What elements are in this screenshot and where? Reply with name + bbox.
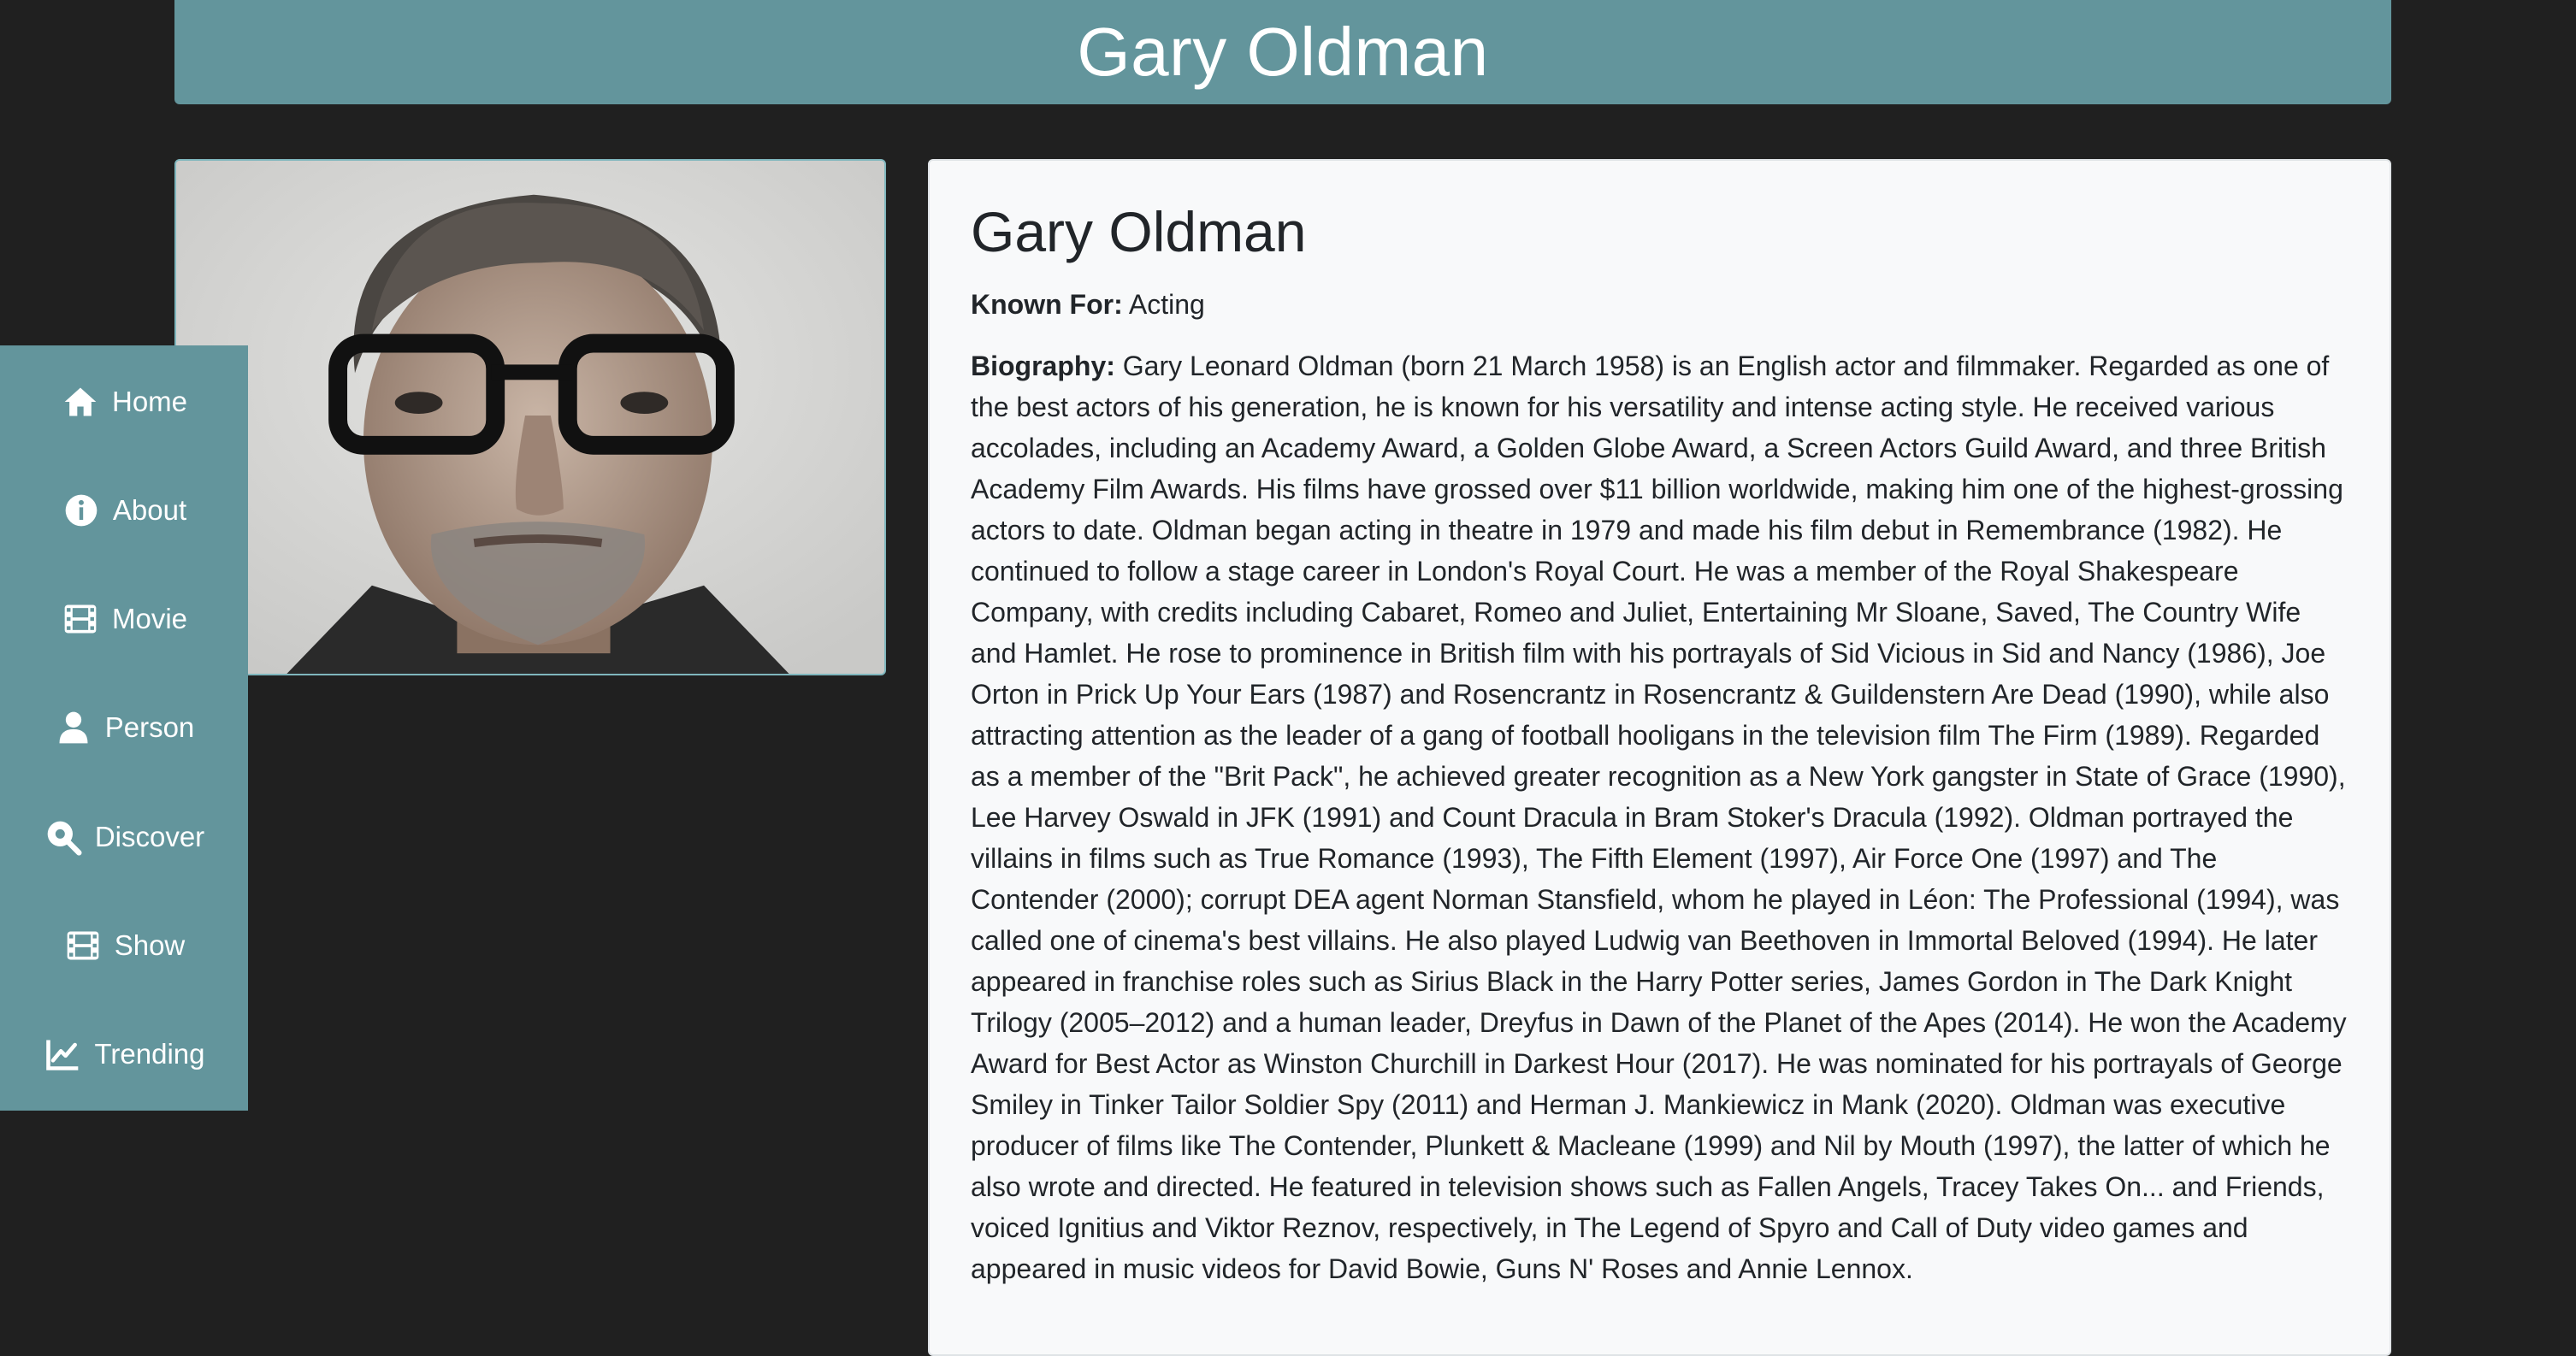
home-icon [61, 382, 100, 422]
known-for-value: Acting [1128, 288, 1205, 320]
sidebar-item-home[interactable]: Home [0, 347, 248, 456]
sidebar-nav: Home About Movie Person Discover Show Tr… [0, 345, 248, 1111]
profile-photo [174, 159, 886, 675]
person-details-card: Gary Oldman Known For: Acting Biography:… [928, 159, 2391, 1356]
biography: Biography: Gary Leonard Oldman (born 21 … [971, 345, 2349, 1289]
sidebar-item-label: Discover [94, 820, 205, 852]
biography-text: Gary Leonard Oldman (born 21 March 1958)… [971, 350, 2347, 1284]
search-icon [44, 817, 83, 857]
sidebar-item-show[interactable]: Show [0, 891, 248, 999]
profile-photo-image [176, 161, 884, 674]
sidebar-item-discover[interactable]: Discover [0, 782, 248, 891]
sidebar-item-movie[interactable]: Movie [0, 565, 248, 674]
sidebar-item-label: Movie [111, 603, 188, 635]
film-icon [61, 599, 100, 639]
page-title: Gary Oldman [1077, 14, 1489, 90]
sidebar-item-about[interactable]: About [0, 456, 248, 564]
known-for: Known For: Acting [971, 284, 2349, 325]
known-for-label: Known For: [971, 288, 1123, 320]
film-icon [63, 926, 103, 965]
person-icon [54, 708, 93, 747]
person-name: Gary Oldman [971, 200, 1307, 263]
biography-label: Biography: [971, 350, 1115, 381]
sidebar-item-label: Person [104, 711, 195, 744]
sidebar-item-label: Trending [94, 1038, 205, 1070]
sidebar-item-label: Home [111, 385, 188, 417]
page-header: Gary Oldman [174, 0, 2391, 104]
sidebar-item-person[interactable]: Person [0, 674, 248, 782]
sidebar-item-label: Show [114, 929, 186, 962]
chart-line-icon [43, 1035, 82, 1074]
info-icon [62, 491, 101, 530]
sidebar-item-label: About [112, 493, 187, 526]
sidebar-item-trending[interactable]: Trending [0, 1000, 248, 1109]
